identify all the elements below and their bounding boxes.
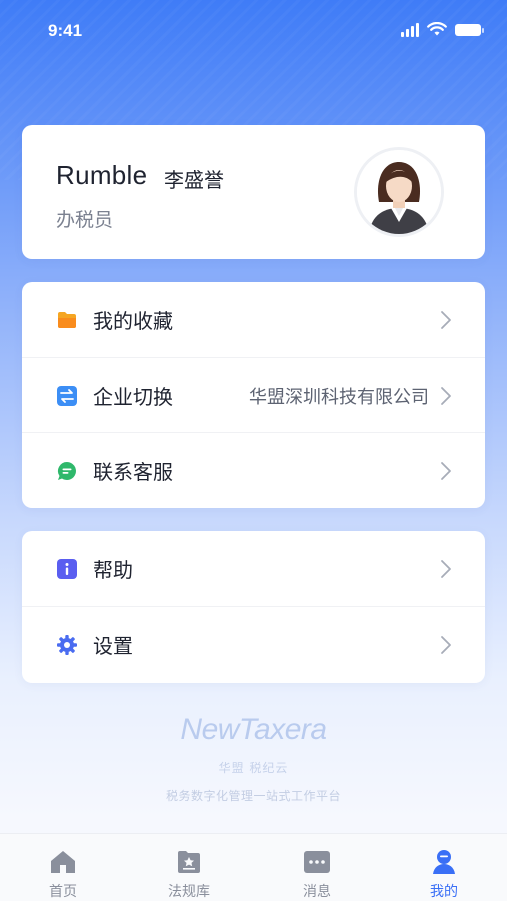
menu-item-switch-company[interactable]: 企业切换 华盟深圳科技有限公司 [22, 357, 485, 433]
menu-item-help[interactable]: 帮助 [22, 531, 485, 606]
menu-item-settings[interactable]: 设置 [22, 606, 485, 682]
tab-regulations[interactable]: 法规库 [126, 834, 252, 901]
chevron-right-icon [441, 635, 451, 654]
profile-name: Rumble [56, 160, 148, 190]
message-icon [304, 851, 330, 873]
menu-item-label: 联系客服 [93, 460, 173, 484]
profile-name-cn: 李盛誉 [164, 168, 224, 192]
status-time: 9:41 [48, 21, 83, 40]
tab-label: 首页 [49, 884, 77, 900]
switch-icon [57, 385, 77, 406]
chevron-right-icon [441, 310, 451, 329]
chat-icon [57, 461, 76, 480]
profile-role: 办税员 [56, 209, 114, 231]
chevron-right-icon [441, 559, 451, 578]
brand-subtitle: 华盟 税纪云 [218, 761, 289, 775]
tab-label: 消息 [303, 884, 331, 900]
battery-icon [455, 23, 484, 36]
menu-item-label: 帮助 [93, 558, 133, 582]
brand-tagline: 税务数字化管理一站式工作平台 [165, 789, 341, 803]
menu-item-label: 我的收藏 [93, 309, 173, 333]
info-icon [57, 558, 77, 579]
regulation-icon [178, 851, 200, 873]
chevron-right-icon [441, 461, 451, 480]
profile-card[interactable]: Rumble 李盛誉 办税员 [22, 125, 485, 259]
tab-label: 法规库 [168, 884, 210, 900]
tab-home[interactable]: 首页 [0, 834, 126, 901]
avatar[interactable] [357, 150, 441, 234]
status-bar: 9:41 [0, 0, 507, 62]
brand-logo-text: NewTaxera [180, 713, 327, 746]
bottom-tab-bar: 首页 法规库 消息 我的 [0, 833, 507, 901]
wifi-icon [427, 22, 447, 36]
folder-icon [58, 311, 76, 328]
brand-logo: NewTaxera [0, 713, 507, 747]
menu-item-label: 设置 [93, 634, 133, 658]
home-icon [51, 851, 75, 873]
menu-item-contact-support[interactable]: 联系客服 [22, 432, 485, 508]
profile-icon [433, 850, 455, 874]
tab-label: 我的 [430, 884, 458, 900]
gear-icon [57, 634, 77, 655]
menu-item-favorites[interactable]: 我的收藏 [22, 282, 485, 357]
status-icons [401, 22, 484, 37]
tab-messages[interactable]: 消息 [254, 834, 380, 901]
signal-icon [401, 22, 419, 37]
tab-profile[interactable]: 我的 [381, 834, 507, 901]
menu-item-label: 企业切换 [93, 385, 173, 409]
avatar-person-icon [357, 150, 441, 234]
menu-group-primary: 我的收藏 企业切换 华盟深圳科技有限公司 联系客服 [22, 282, 485, 508]
chevron-right-icon [441, 386, 451, 405]
current-company-name: 华盟深圳科技有限公司 [249, 386, 429, 408]
menu-group-secondary: 帮助 设置 [22, 531, 485, 683]
